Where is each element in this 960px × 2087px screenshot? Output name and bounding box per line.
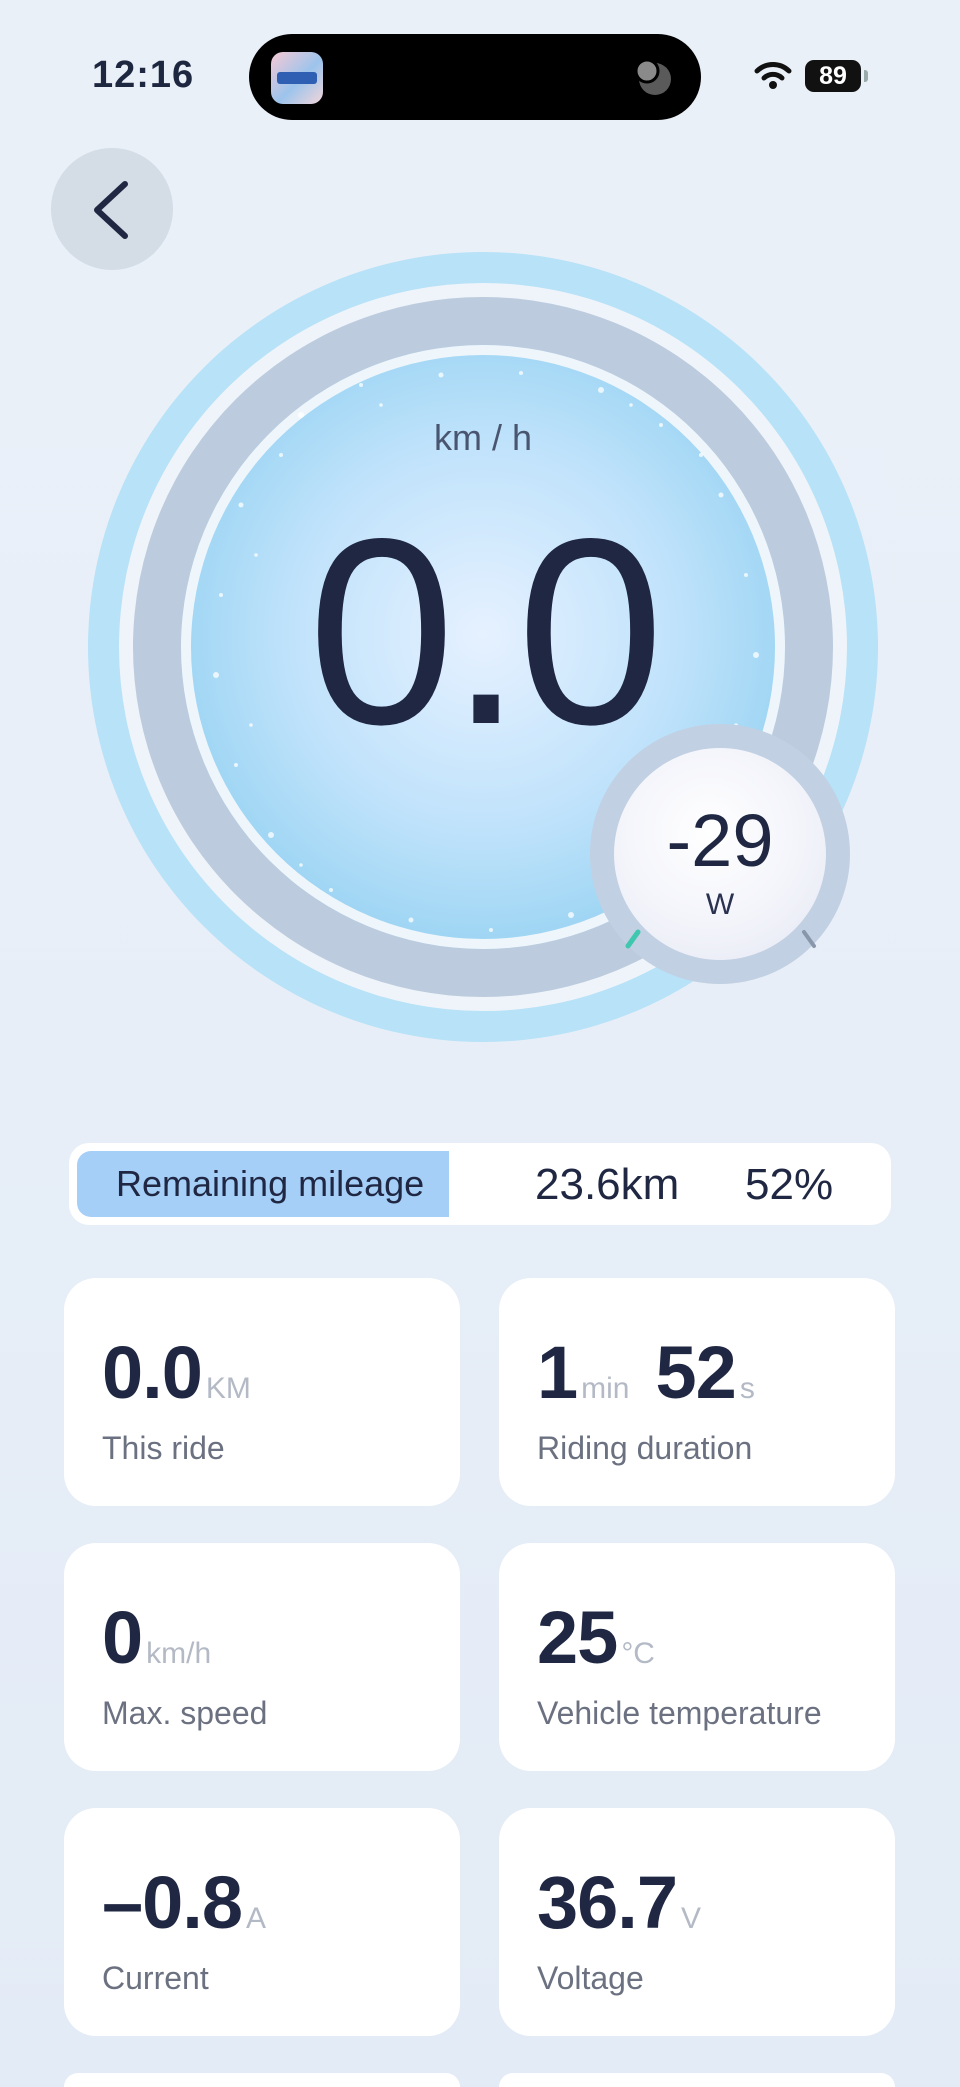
battery-cap <box>864 70 868 82</box>
power-gauge: -29 W <box>590 724 850 984</box>
card-next-right[interactable] <box>499 2073 895 2087</box>
duration-sec-unit: s <box>739 1372 755 1405</box>
duration-min-value: 1 <box>537 1331 578 1414</box>
this-ride-unit: KM <box>205 1372 251 1405</box>
card-vehicle-temperature[interactable]: 25 °C Vehicle temperature <box>499 1543 895 1771</box>
card-max-speed[interactable]: 0 km/h Max. speed <box>64 1543 460 1771</box>
card-current[interactable]: –0.8 A Current <box>64 1808 460 2036</box>
speed-gauge: km / h 0.0 -29 W <box>88 252 878 1042</box>
dynamic-island <box>249 34 701 120</box>
speed-unit: km / h <box>433 417 532 458</box>
voltage-unit: V <box>681 1902 702 1935</box>
current-value: –0.8 <box>102 1861 243 1944</box>
duration-sec-value: 52 <box>655 1331 737 1414</box>
activity-icon <box>634 58 671 95</box>
power-unit: W <box>705 888 735 921</box>
temperature-unit: °C <box>621 1637 655 1670</box>
power-face: -29 W <box>614 748 826 960</box>
battery-indicator: 89 <box>805 60 861 92</box>
temperature-value: 25 <box>537 1596 618 1679</box>
status-time: 12:16 <box>92 54 195 96</box>
this-ride-label: This ride <box>102 1430 225 1466</box>
power-value: -29 <box>666 799 774 882</box>
voltage-value: 36.7 <box>537 1861 678 1944</box>
card-this-ride[interactable]: 0.0 KM This ride <box>64 1278 460 1506</box>
wifi-icon <box>754 62 792 89</box>
current-label: Current <box>102 1960 209 1996</box>
max-speed-value: 0 <box>102 1596 143 1679</box>
voltage-label: Voltage <box>537 1960 644 1996</box>
this-ride-value: 0.0 <box>102 1331 203 1414</box>
card-next-left[interactable] <box>64 2073 460 2087</box>
mileage-percent: 52% <box>745 1160 834 1209</box>
card-voltage[interactable]: 36.7 V Voltage <box>499 1808 895 2036</box>
temperature-label: Vehicle temperature <box>537 1695 822 1731</box>
duration-min-unit: min <box>581 1372 630 1405</box>
card-riding-duration[interactable]: 1 min 52 s Riding duration <box>499 1278 895 1506</box>
mileage-distance: 23.6km <box>535 1160 680 1209</box>
duration-label: Riding duration <box>537 1430 753 1466</box>
chevron-left-icon <box>94 181 128 239</box>
remaining-mileage-bar: Remaining mileage 23.6km 52% <box>69 1143 891 1225</box>
max-speed-label: Max. speed <box>102 1695 268 1731</box>
app-thumbnail-icon <box>271 52 323 104</box>
current-unit: A <box>246 1902 267 1935</box>
max-speed-unit: km/h <box>146 1637 212 1670</box>
mileage-label: Remaining mileage <box>116 1163 425 1204</box>
